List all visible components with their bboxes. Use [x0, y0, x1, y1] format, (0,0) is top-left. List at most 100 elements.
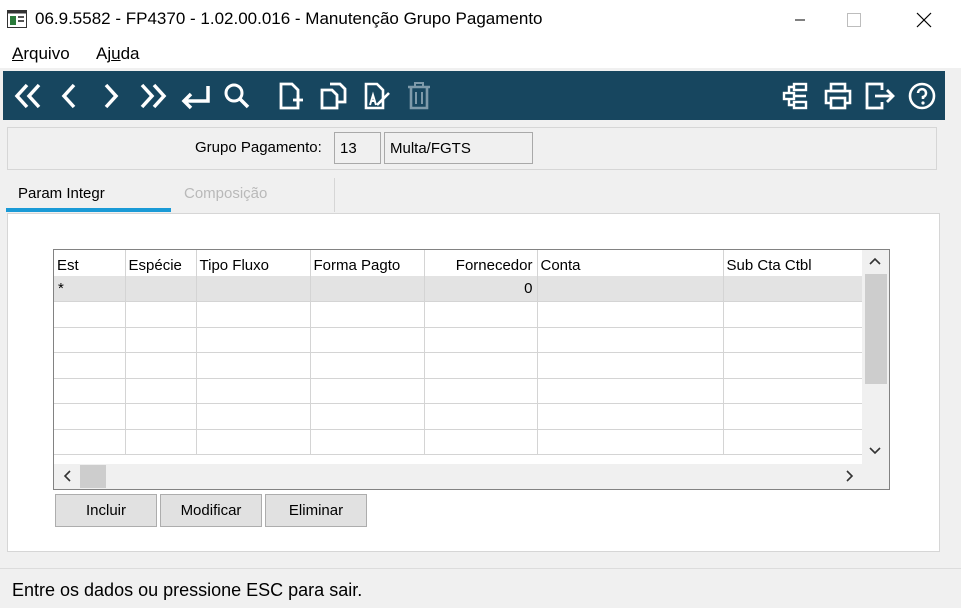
table-cell[interactable] — [310, 327, 425, 353]
search-button[interactable] — [219, 78, 255, 114]
next-record-button[interactable] — [93, 78, 129, 114]
table-cell[interactable]: * — [54, 276, 126, 302]
table-cell[interactable] — [537, 378, 724, 404]
help-button[interactable] — [904, 78, 940, 114]
table-cell[interactable] — [196, 352, 311, 379]
minimize-button[interactable] — [777, 0, 823, 40]
table-row[interactable] — [54, 403, 865, 430]
table-row[interactable] — [54, 301, 865, 328]
table-cell[interactable] — [723, 352, 865, 379]
enter-button[interactable] — [178, 78, 214, 114]
table-cell[interactable] — [424, 378, 538, 404]
table-cell[interactable] — [196, 429, 311, 455]
edit-button[interactable] — [359, 78, 395, 114]
table-cell[interactable] — [723, 301, 865, 328]
table-cell[interactable] — [424, 301, 538, 328]
table-cell[interactable] — [54, 352, 126, 379]
table-cell[interactable] — [54, 327, 126, 353]
modificar-button[interactable]: Modificar — [160, 494, 262, 527]
table-cell[interactable] — [125, 352, 197, 379]
table-cell[interactable] — [723, 327, 865, 353]
table-cell[interactable]: 0 — [424, 276, 538, 302]
table-cell[interactable] — [537, 327, 724, 353]
menu-arquivo[interactable]: Arquivo — [12, 44, 70, 64]
table-cell[interactable] — [196, 378, 311, 404]
column-header-tipo-fluxo[interactable]: Tipo Fluxo — [196, 250, 311, 276]
table-cell[interactable] — [54, 429, 126, 455]
column-header-sub-cta-ctbl[interactable]: Sub Cta Ctbl — [723, 250, 865, 276]
table-cell[interactable] — [723, 429, 865, 455]
column-header-est[interactable]: Est — [54, 250, 126, 276]
table-cell[interactable] — [125, 403, 197, 430]
copy-icon — [320, 82, 347, 110]
table-cell[interactable] — [196, 327, 311, 353]
table-cell[interactable] — [424, 403, 538, 430]
table-cell[interactable] — [537, 276, 724, 302]
copy-button[interactable] — [316, 78, 352, 114]
scroll-left-icon[interactable] — [63, 470, 71, 482]
table-cell[interactable] — [424, 352, 538, 379]
table-cell[interactable] — [310, 429, 425, 455]
table-cell[interactable] — [537, 403, 724, 430]
table-cell[interactable] — [310, 301, 425, 328]
scroll-right-icon[interactable] — [846, 470, 854, 482]
table-cell[interactable] — [125, 276, 197, 302]
table-cell[interactable] — [424, 429, 538, 455]
tab-param-integr[interactable]: Param Integr — [6, 178, 171, 212]
table-row[interactable] — [54, 429, 865, 455]
scroll-up-icon[interactable] — [869, 257, 881, 265]
table-cell[interactable] — [537, 352, 724, 379]
close-button[interactable] — [901, 0, 947, 40]
menu-ajuda[interactable]: Ajuda — [96, 44, 140, 64]
last-record-button[interactable] — [135, 78, 171, 114]
grupo-code-field[interactable]: 13 — [334, 132, 381, 164]
tab-composicao[interactable]: Composição — [171, 178, 335, 212]
table-cell[interactable] — [196, 276, 311, 302]
column-header-conta[interactable]: Conta — [537, 250, 724, 276]
column-header-forma-pagto[interactable]: Forma Pagto — [310, 250, 425, 276]
table-cell[interactable] — [537, 301, 724, 328]
table-cell[interactable] — [196, 301, 311, 328]
previous-record-button[interactable] — [51, 78, 87, 114]
next-record-icon — [104, 83, 119, 109]
table-cell[interactable] — [723, 378, 865, 404]
table-cell[interactable] — [310, 403, 425, 430]
table-cell[interactable] — [310, 378, 425, 404]
table-cell[interactable] — [424, 327, 538, 353]
scroll-down-icon[interactable] — [869, 447, 881, 455]
last-record-icon — [140, 83, 167, 109]
table-row[interactable]: * 0 — [54, 276, 865, 302]
table-cell[interactable] — [537, 429, 724, 455]
eliminar-button[interactable]: Eliminar — [265, 494, 367, 527]
table-row[interactable] — [54, 378, 865, 404]
table-cell[interactable] — [54, 378, 126, 404]
table-cell[interactable] — [310, 276, 425, 302]
column-header-especie[interactable]: Espécie — [125, 250, 197, 276]
new-document-button[interactable] — [273, 78, 309, 114]
table-cell[interactable] — [54, 403, 126, 430]
table-cell[interactable] — [310, 352, 425, 379]
table-cell[interactable] — [196, 403, 311, 430]
table-row[interactable] — [54, 327, 865, 353]
structure-button[interactable] — [778, 78, 814, 114]
table-cell[interactable] — [125, 378, 197, 404]
column-header-fornecedor[interactable]: Fornecedor — [424, 250, 538, 276]
incluir-button[interactable]: Incluir — [55, 494, 157, 527]
table-cell[interactable] — [723, 403, 865, 430]
maximize-button[interactable] — [831, 0, 877, 40]
data-grid[interactable]: Est Espécie Tipo Fluxo Forma Pagto Forne… — [53, 249, 890, 490]
table-row[interactable] — [54, 352, 865, 379]
table-cell[interactable] — [54, 301, 126, 328]
delete-button[interactable] — [401, 78, 437, 114]
structure-icon — [782, 82, 808, 110]
print-button[interactable] — [820, 78, 856, 114]
horizontal-scroll-thumb[interactable] — [80, 465, 106, 488]
table-cell[interactable] — [125, 301, 197, 328]
table-cell[interactable] — [125, 429, 197, 455]
vertical-scroll-thumb[interactable] — [865, 274, 887, 384]
exit-button[interactable] — [862, 78, 898, 114]
first-record-button[interactable] — [10, 78, 46, 114]
table-cell[interactable] — [125, 327, 197, 353]
table-cell[interactable] — [723, 276, 865, 302]
horizontal-scrollbar[interactable] — [54, 464, 862, 489]
